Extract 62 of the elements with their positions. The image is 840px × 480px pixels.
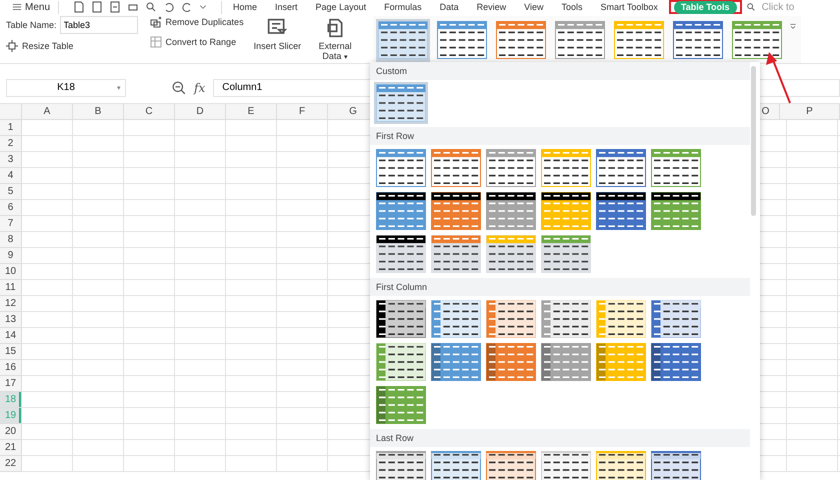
row-header[interactable]: 5 — [0, 184, 22, 200]
row-header[interactable]: 21 — [0, 440, 22, 456]
redo-icon — [181, 1, 194, 13]
section-header: First Row — [370, 127, 750, 145]
row-header[interactable]: 20 — [0, 424, 22, 440]
ribbon-tab[interactable]: Review — [470, 0, 514, 14]
remove-duplicates-button[interactable]: Remove Duplicates — [150, 16, 244, 28]
ribbon-tab[interactable]: Page Layout — [308, 0, 374, 14]
row-header[interactable]: 11 — [0, 280, 22, 296]
row-header[interactable]: 14 — [0, 328, 22, 344]
zoom-icon — [172, 80, 186, 94]
row-header[interactable]: 3 — [0, 152, 22, 168]
row-header[interactable]: 12 — [0, 296, 22, 312]
table-name-label: Table Name: — [6, 20, 57, 30]
remove-duplicates-icon — [150, 16, 162, 28]
row-header[interactable]: 15 — [0, 344, 22, 360]
row-header[interactable]: 1 — [0, 120, 22, 136]
section-header: First Column — [370, 278, 750, 296]
section-header: Custom — [370, 62, 750, 80]
column-header[interactable]: B — [73, 104, 124, 120]
column-header[interactable]: D — [175, 104, 226, 120]
row-header[interactable]: 9 — [0, 248, 22, 264]
row-header[interactable]: 2 — [0, 136, 22, 152]
column-header[interactable]: F — [277, 104, 328, 120]
ribbon-tab[interactable]: Insert — [268, 0, 305, 14]
column-header[interactable]: P — [780, 104, 840, 120]
row-header[interactable]: 6 — [0, 200, 22, 216]
column-header[interactable]: E — [226, 104, 277, 120]
document-icon — [325, 18, 346, 38]
row-header[interactable]: 22 — [0, 456, 22, 472]
ribbon-tab[interactable]: Smart Toolbox — [594, 0, 665, 14]
scrollbar-thumb[interactable] — [751, 66, 756, 216]
undo-icon — [163, 1, 176, 13]
column-header[interactable]: C — [124, 104, 175, 120]
convert-to-range-button[interactable]: Convert to Range — [150, 36, 244, 48]
row-header[interactable]: 8 — [0, 232, 22, 248]
function-button[interactable]: fx — [194, 80, 206, 94]
menu-icon — [12, 2, 22, 12]
ribbon-tab[interactable]: Data — [432, 0, 466, 14]
insert-slicer-button[interactable]: Insert Slicer — [250, 16, 306, 53]
ribbon-tab[interactable]: Formulas — [377, 0, 429, 14]
preview-icon — [145, 1, 158, 13]
ribbon-tab[interactable]: Tools — [554, 0, 590, 14]
ribbon-tab[interactable]: Home — [226, 0, 264, 14]
row-header[interactable]: 4 — [0, 168, 22, 184]
section-header: Last Row — [370, 429, 750, 447]
row-header[interactable]: 10 — [0, 264, 22, 280]
resize-table-button[interactable]: Resize Table — [6, 40, 138, 52]
row-header[interactable]: 16 — [0, 360, 22, 376]
file-icon — [73, 1, 86, 13]
search-icon — [746, 2, 756, 12]
column-header[interactable]: A — [22, 104, 73, 120]
arrow-drawing — [764, 52, 794, 104]
resize-icon — [6, 40, 18, 52]
ribbon-tab[interactable]: View — [517, 0, 550, 14]
row-header[interactable]: 17 — [0, 376, 22, 392]
search-field[interactable]: Click to — [760, 0, 806, 14]
menu-button[interactable]: Menu — [8, 0, 54, 14]
table-name-field[interactable]: Table3 — [60, 16, 138, 34]
row-header[interactable]: 13 — [0, 312, 22, 328]
row-header[interactable]: 7 — [0, 216, 22, 232]
table-icon — [150, 36, 162, 48]
